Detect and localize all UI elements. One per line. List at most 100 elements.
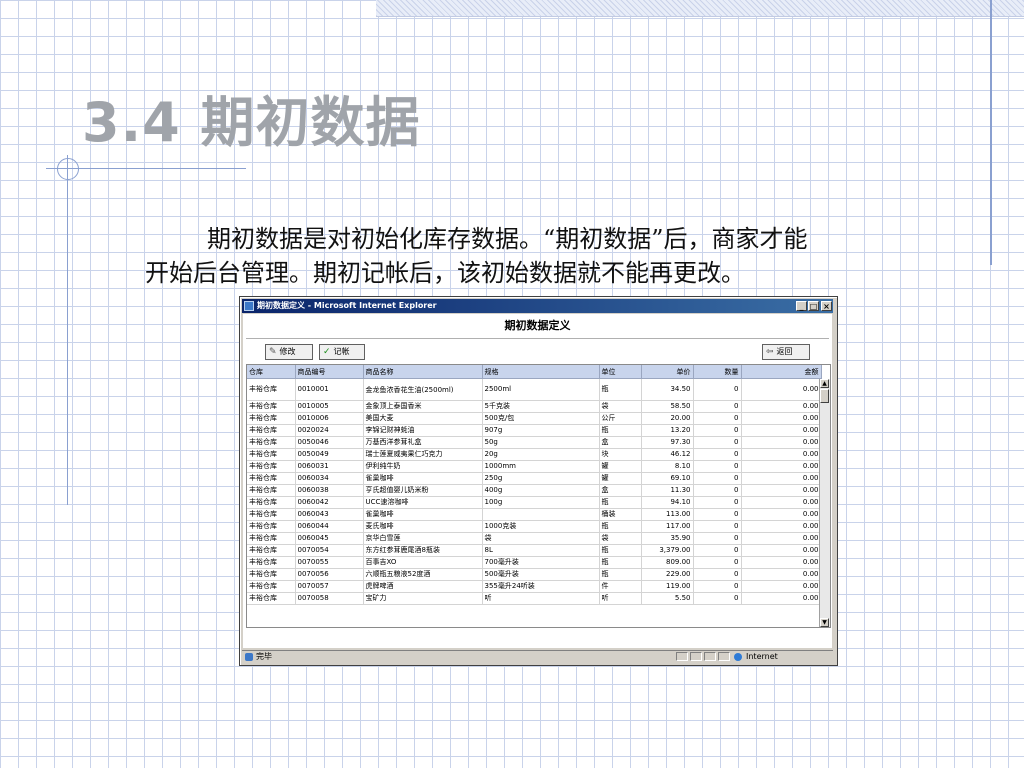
header-unit[interactable]: 单位 <box>599 365 642 379</box>
table-row[interactable]: 丰裕仓库 0070055 百事吉XO 700毫升装 瓶 809.00 0 0.0… <box>247 556 822 569</box>
cell-item-name: 伊利纯牛奶 <box>363 460 483 473</box>
table-row[interactable]: 丰裕仓库 0050049 瑞士莲夏威夷果仁巧克力 20g 块 46.12 0 0… <box>247 448 822 461</box>
table-row[interactable]: 丰裕仓库 0070056 六顺瓶五粮液52度酒 500毫升装 瓶 229.00 … <box>247 568 822 581</box>
cell-unit: 块 <box>599 448 642 461</box>
post-button[interactable]: ✓ 记帐 <box>319 344 365 360</box>
cell-item-name: 万基西洋参茸礼盒 <box>363 436 483 449</box>
cell-item-code: 0070054 <box>295 544 364 557</box>
scroll-up-arrow-icon[interactable]: ▲ <box>820 379 829 388</box>
table-row[interactable]: 丰裕仓库 0060038 亨氏超值婴儿奶米粉 400g 盒 11.30 0 0.… <box>247 484 822 497</box>
cell-item-name: 百事吉XO <box>363 556 483 569</box>
status-bar: 完毕 Internet <box>242 650 833 663</box>
cell-quantity: 0 <box>693 472 742 485</box>
cell-unit: 罐 <box>599 472 642 485</box>
cell-unit: 瓶 <box>599 568 642 581</box>
table-row[interactable]: 丰裕仓库 0060042 UCC速溶咖啡 100g 瓶 94.10 0 0.00 <box>247 496 822 509</box>
minimize-button[interactable]: _ <box>796 301 807 311</box>
cell-warehouse: 丰裕仓库 <box>247 436 296 449</box>
table-row[interactable]: 丰裕仓库 0070054 东方红参茸鹿尾酒8瓶装 8L 瓶 3,379.00 0… <box>247 544 822 557</box>
table-row[interactable]: 丰裕仓库 0060031 伊利纯牛奶 1000mm 罐 8.10 0 0.00 <box>247 460 822 473</box>
cell-warehouse: 丰裕仓库 <box>247 556 296 569</box>
scroll-thumb[interactable] <box>820 389 829 403</box>
header-item-name[interactable]: 商品名称 <box>363 365 483 379</box>
internet-zone-icon <box>734 653 742 661</box>
cell-unit-price: 94.10 <box>641 496 694 509</box>
cell-unit: 盒 <box>599 484 642 497</box>
table-row[interactable]: 丰裕仓库 0070058 宝矿力 听 听 5.50 0 0.00 <box>247 592 822 605</box>
cell-item-name: 亨氏超值婴儿奶米粉 <box>363 484 483 497</box>
header-spec[interactable]: 规格 <box>482 365 600 379</box>
cell-quantity: 0 <box>693 484 742 497</box>
cell-amount: 0.00 <box>741 484 822 497</box>
cell-item-name: 虎牌啤酒 <box>363 580 483 593</box>
header-quantity[interactable]: 数量 <box>693 365 742 379</box>
cell-item-code: 0010005 <box>295 400 364 413</box>
table-row[interactable]: 丰裕仓库 0060044 麦氏咖啡 1000克装 瓶 117.00 0 0.00 <box>247 520 822 533</box>
cell-item-name: 李锦记财神蚝油 <box>363 424 483 437</box>
table-row[interactable]: 丰裕仓库 0070057 虎牌啤酒 355毫升24听装 件 119.00 0 0… <box>247 580 822 593</box>
cell-quantity: 0 <box>693 496 742 509</box>
table-row[interactable]: 丰裕仓库 0060034 雀巢咖啡 250g 罐 69.10 0 0.00 <box>247 472 822 485</box>
cell-item-code: 0060031 <box>295 460 364 473</box>
table-row[interactable]: 丰裕仓库 0010006 美国大麦 500克/包 公斤 20.00 0 0.00 <box>247 412 822 425</box>
decorative-vertical-line-left <box>67 155 68 505</box>
cell-item-code: 0060042 <box>295 496 364 509</box>
table-row[interactable]: 丰裕仓库 0020024 李锦记财神蚝油 907g 瓶 13.20 0 0.00 <box>247 424 822 437</box>
table-row[interactable]: 丰裕仓库 0050046 万基西洋参茸礼盒 50g 盒 97.30 0 0.00 <box>247 436 822 449</box>
cell-unit-price: 8.10 <box>641 460 694 473</box>
back-icon: ⇦ <box>766 347 774 357</box>
status-text: 完毕 <box>256 652 272 661</box>
cell-unit: 盒 <box>599 436 642 449</box>
cell-unit-price: 69.10 <box>641 472 694 485</box>
cell-item-code: 0070056 <box>295 568 364 581</box>
header-warehouse[interactable]: 仓库 <box>247 365 296 379</box>
decorative-top-hatch <box>376 0 1024 16</box>
header-unit-price[interactable]: 单价 <box>641 365 694 379</box>
cell-unit: 袋 <box>599 532 642 545</box>
cell-spec: 400g <box>482 484 600 497</box>
cell-amount: 0.00 <box>741 568 822 581</box>
table-row[interactable]: 丰裕仓库 0060043 雀巢咖啡 桶装 113.00 0 0.00 <box>247 508 822 521</box>
page-done-icon <box>245 653 253 661</box>
cell-quantity: 0 <box>693 520 742 533</box>
cell-unit-price: 119.00 <box>641 580 694 593</box>
cell-quantity: 0 <box>693 400 742 413</box>
slide-body-line-2: 开始后台管理。期初记帐后，该初始数据就不能再更改。 <box>145 259 745 287</box>
window-titlebar[interactable]: 期初数据定义 - Microsoft Internet Explorer _ □… <box>242 299 833 313</box>
cell-unit-price: 3,379.00 <box>641 544 694 557</box>
cell-spec: 1000mm <box>482 460 600 473</box>
cell-item-code: 0070057 <box>295 580 364 593</box>
cell-warehouse: 丰裕仓库 <box>247 496 296 509</box>
edit-button[interactable]: ✎ 修改 <box>265 344 313 360</box>
cell-spec: 250g <box>482 472 600 485</box>
cell-item-code: 0060043 <box>295 508 364 521</box>
cell-spec: 袋 <box>482 532 600 545</box>
cell-spec: 500毫升装 <box>482 568 600 581</box>
cell-item-name: 麦氏咖啡 <box>363 520 483 533</box>
cell-amount: 0.00 <box>741 496 822 509</box>
cell-unit-price: 5.50 <box>641 592 694 605</box>
cell-spec: 100g <box>482 496 600 509</box>
table-row[interactable]: 丰裕仓库 0010001 金龙鱼浓香花生油(2500ml) 2500ml 瓶 3… <box>247 378 822 401</box>
status-segment <box>718 652 730 661</box>
close-button[interactable]: × <box>821 301 832 311</box>
scroll-down-arrow-icon[interactable]: ▼ <box>820 618 829 627</box>
cell-item-code: 0050049 <box>295 448 364 461</box>
cell-warehouse: 丰裕仓库 <box>247 412 296 425</box>
cell-warehouse: 丰裕仓库 <box>247 424 296 437</box>
header-item-code[interactable]: 商品编号 <box>295 365 364 379</box>
table-row[interactable]: 丰裕仓库 0060045 京华白雪莲 袋 袋 35.90 0 0.00 <box>247 532 822 545</box>
back-button[interactable]: ⇦ 返回 <box>762 344 810 360</box>
cell-unit-price: 35.90 <box>641 532 694 545</box>
vertical-scrollbar[interactable]: ▲ ▼ <box>819 379 830 627</box>
cell-warehouse: 丰裕仓库 <box>247 400 296 413</box>
data-grid: 仓库 商品编号 商品名称 规格 单位 单价 数量 金额 丰裕仓库 0010001 <box>246 364 831 628</box>
cell-unit: 件 <box>599 580 642 593</box>
maximize-button[interactable]: □ <box>808 301 819 311</box>
header-amount[interactable]: 金额 <box>741 365 822 379</box>
cell-quantity: 0 <box>693 460 742 473</box>
cell-item-name: 金象顶上泰国香米 <box>363 400 483 413</box>
table-row[interactable]: 丰裕仓库 0010005 金象顶上泰国香米 5千克装 袋 58.50 0 0.0… <box>247 400 822 413</box>
form-title-divider <box>246 338 829 339</box>
form-toolbar: ✎ 修改 ✓ 记帐 ⇦ 返回 <box>243 342 832 364</box>
